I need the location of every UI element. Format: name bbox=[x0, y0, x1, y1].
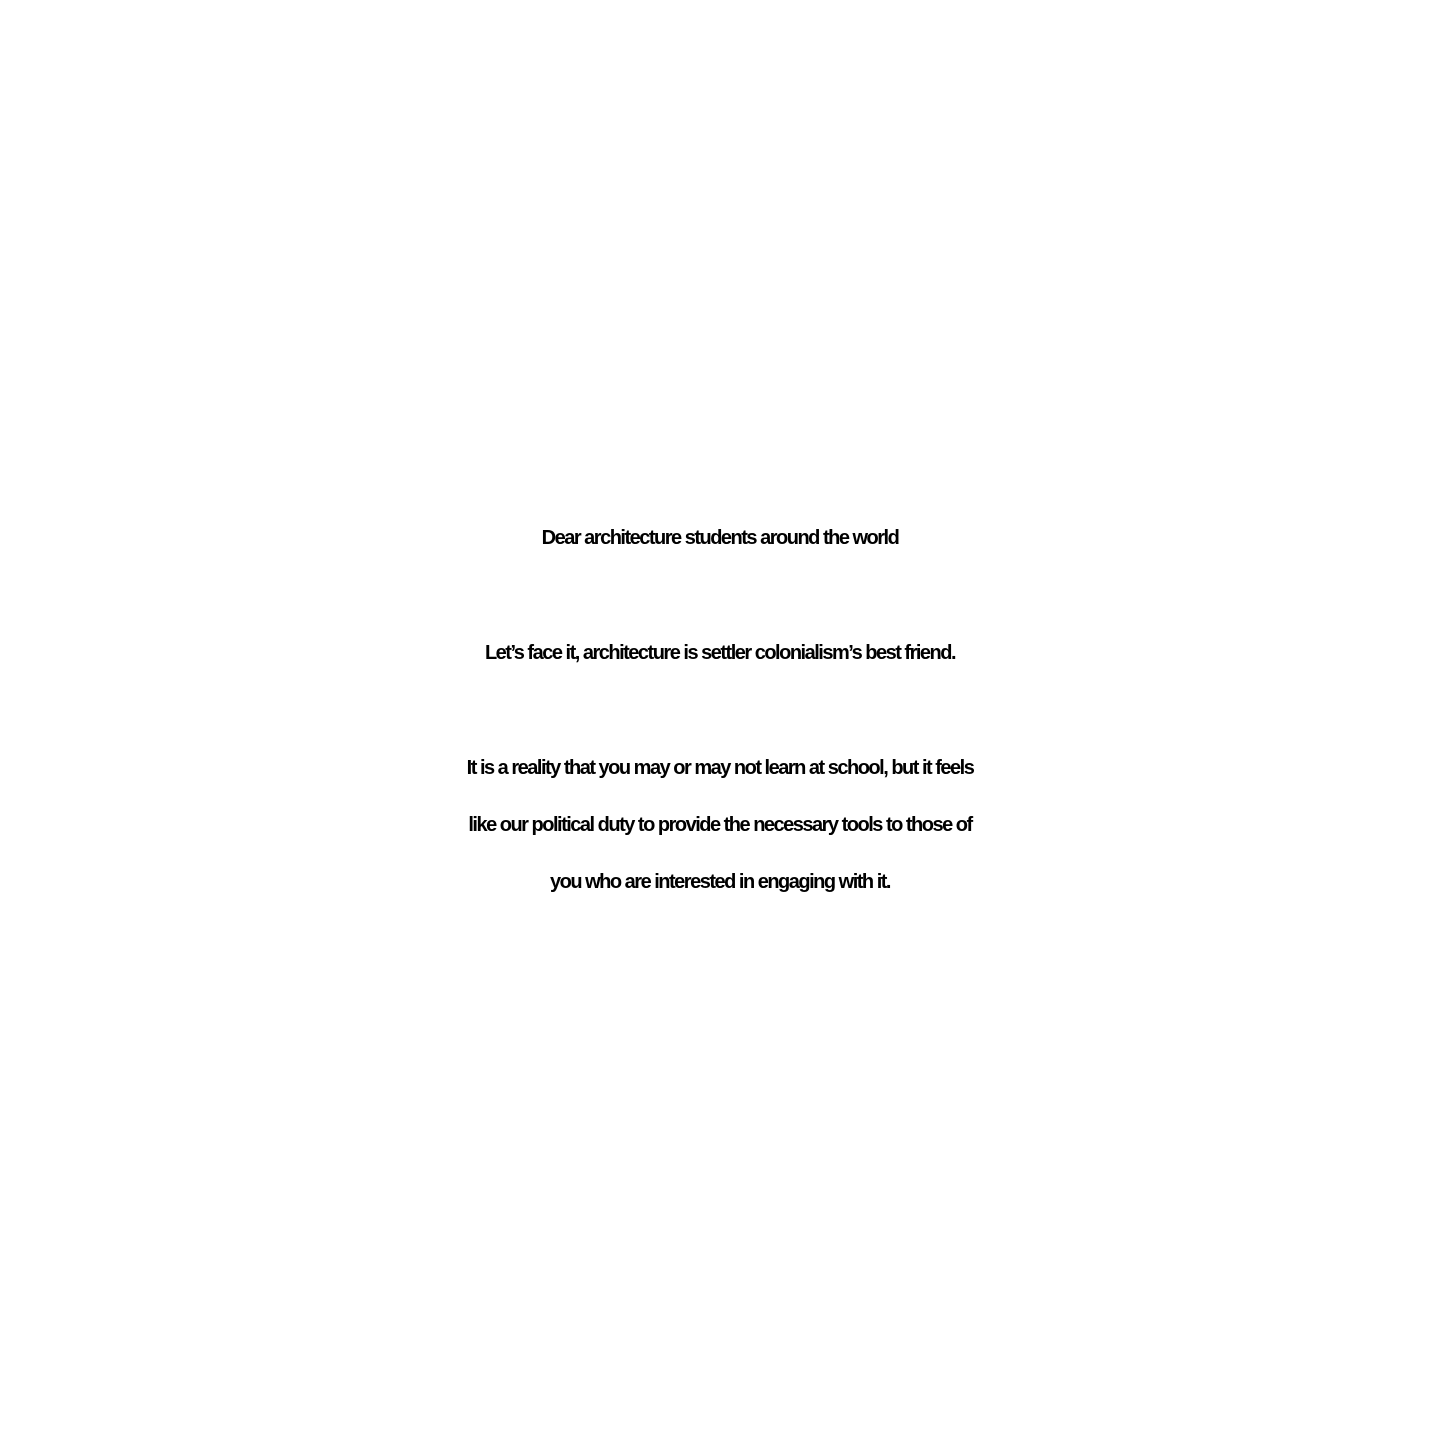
letter-body-line: It is a reality that you may or may not … bbox=[466, 757, 975, 779]
letter-greeting: Dear architecture students around the wo… bbox=[541, 527, 900, 549]
letter-body-line: you who are interested in engaging with … bbox=[550, 871, 891, 893]
letter-statement: Let’s face it, architecture is settler c… bbox=[484, 642, 957, 664]
letter-body-line: like our political duty to provide the n… bbox=[468, 814, 973, 836]
post-canvas: { "colors": { "background": "#ffffff", "… bbox=[0, 0, 1440, 1440]
